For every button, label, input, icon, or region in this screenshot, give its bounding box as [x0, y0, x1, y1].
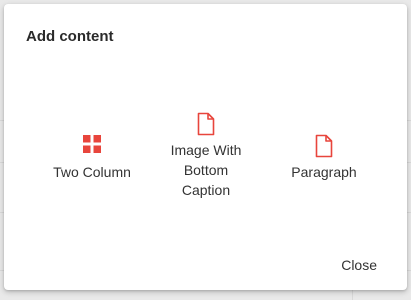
- option-paragraph[interactable]: Paragraph: [274, 134, 374, 182]
- document-icon: [315, 134, 333, 162]
- option-image-with-bottom-caption[interactable]: Image With Bottom Caption: [154, 112, 258, 200]
- option-label: Image With Bottom Caption: [170, 142, 242, 198]
- option-label: Two Column: [53, 164, 131, 180]
- option-two-column[interactable]: Two Column: [36, 134, 148, 182]
- background-divider: [352, 290, 353, 300]
- dialog-title: Add content: [26, 28, 114, 45]
- option-label: Paragraph: [291, 164, 357, 180]
- add-content-dialog: Add content Two Column Image With Bottom…: [4, 4, 407, 290]
- content-options: Two Column Image With Bottom Caption Par…: [4, 112, 407, 218]
- grid-icon: [82, 134, 102, 162]
- document-icon: [197, 112, 215, 140]
- close-button[interactable]: Close: [341, 257, 377, 273]
